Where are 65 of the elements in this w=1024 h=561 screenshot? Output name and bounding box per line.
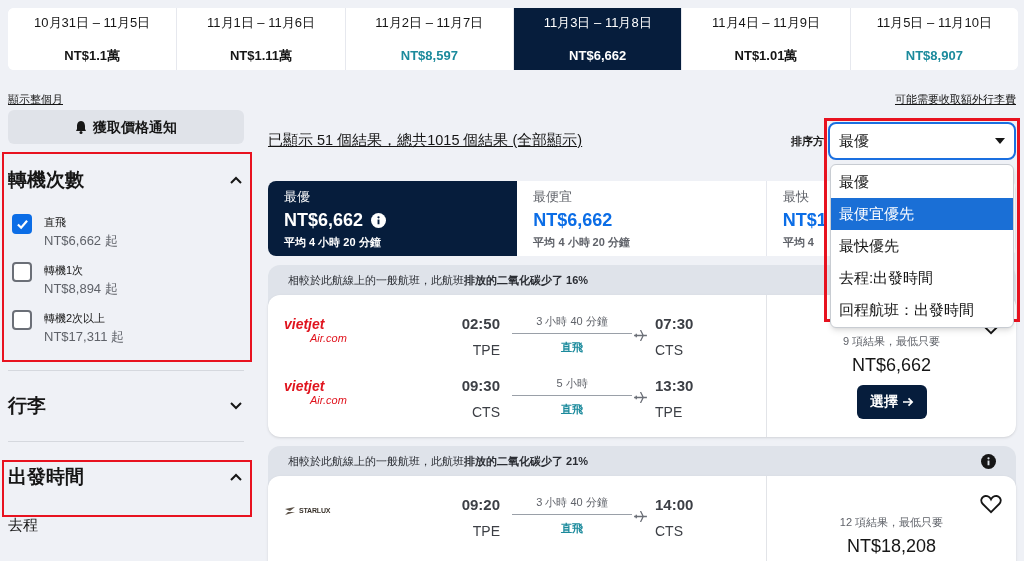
option-price: NT$17,311 起 xyxy=(44,329,124,344)
stops-label: 直飛 xyxy=(561,401,583,417)
arrival-time: 13:30 xyxy=(655,376,694,396)
sort-label: 排序方 xyxy=(791,133,824,149)
sort-option[interactable]: 最便宜優先 xyxy=(831,198,1013,230)
arrival-time: 14:00 xyxy=(655,495,694,515)
select-button[interactable]: 選擇 xyxy=(856,384,927,419)
sort-option[interactable]: 回程航班：出發時間 xyxy=(831,294,1013,326)
sort-option[interactable]: 去程:出發時間 xyxy=(831,262,1013,294)
section-header[interactable]: 行李 xyxy=(8,371,244,441)
sort-option[interactable]: 最優 xyxy=(831,166,1013,198)
price-alert-button[interactable]: 獲取價格通知 xyxy=(8,110,244,144)
show-month-link[interactable]: 顯示整個月 xyxy=(8,92,63,106)
baggage-fee-link[interactable]: 可能需要收取額外行李費 xyxy=(895,92,1016,106)
chevron-icon xyxy=(230,402,242,410)
option-label: 直飛 xyxy=(44,216,67,229)
stops-label: 直飛 xyxy=(561,339,583,355)
departure-time: 09:30 xyxy=(461,376,500,396)
date-tab[interactable]: 11月5日 – 11月10日 NT$8,907 xyxy=(849,8,1018,70)
results-summary-link[interactable]: 已顯示 51 個結果，總共1015 個結果 (全部顯示) xyxy=(268,130,583,152)
airline-logo: vietjet Air.com xyxy=(283,317,348,345)
option-label: 轉機2次以上 xyxy=(44,312,107,325)
checkmark-icon xyxy=(15,218,29,230)
price: NT$18,208 xyxy=(846,534,937,558)
departure-time: 09:20 xyxy=(461,495,500,515)
plane-icon xyxy=(634,330,647,341)
heart-icon[interactable] xyxy=(980,494,1002,514)
flight-duration: 5 小時 xyxy=(556,376,588,391)
option-price: NT$8,894 起 xyxy=(44,281,118,296)
sort-tab[interactable]: 最優 NT$6,662 平均 4 小時 20 分鐘 xyxy=(268,181,518,256)
plane-icon xyxy=(634,392,647,403)
arrival-time: 07:30 xyxy=(655,314,694,334)
sort-dropdown[interactable]: 最優 xyxy=(828,122,1016,160)
arrow-icon xyxy=(902,396,914,407)
emissions-note: 相較於此航線上的一般航班，此航班排放的二氧化碳少了 21% xyxy=(288,453,589,469)
chevron-icon xyxy=(230,473,242,481)
date-tab[interactable]: 11月3日 – 11月8日 NT$6,662 xyxy=(513,8,682,70)
deals-count: 9 項結果，最低只要 xyxy=(842,334,941,349)
section-header[interactable]: 轉機次數 xyxy=(8,152,244,208)
section-header[interactable]: 出發時間 xyxy=(8,442,244,512)
plane-icon xyxy=(634,511,647,522)
chevron-icon xyxy=(230,176,242,184)
deals-count: 12 項結果，最低只要 xyxy=(839,515,944,530)
airline-logo: vietjet Air.com xyxy=(283,379,348,407)
section-subtitle: 去程 xyxy=(8,515,39,535)
airport-code: TPE xyxy=(472,521,500,541)
departure-time: 02:50 xyxy=(461,314,500,334)
caret-icon xyxy=(995,138,1005,144)
airport-code: TPE xyxy=(472,340,500,360)
checkbox[interactable] xyxy=(12,214,32,234)
price: NT$6,662 xyxy=(851,353,932,377)
airport-code: CTS xyxy=(472,402,500,422)
option-price: NT$6,662 起 xyxy=(44,233,118,248)
stops-label: 直飛 xyxy=(561,520,583,536)
flight-duration: 3 小時 40 分鐘 xyxy=(536,495,608,510)
airport-code: CTS xyxy=(655,521,683,541)
emissions-note: 相較於此航線上的一般航班，此航班排放的二氧化碳少了 16% xyxy=(288,272,589,288)
flight-duration: 3 小時 40 分鐘 xyxy=(536,314,608,329)
sort-option[interactable]: 最快優先 xyxy=(831,230,1013,262)
checkbox[interactable] xyxy=(12,310,32,330)
checkbox[interactable] xyxy=(12,262,32,282)
airport-code: TPE xyxy=(655,402,683,422)
option-label: 轉機1次 xyxy=(44,264,85,277)
airport-code: CTS xyxy=(655,340,683,360)
bell-icon xyxy=(75,120,87,134)
